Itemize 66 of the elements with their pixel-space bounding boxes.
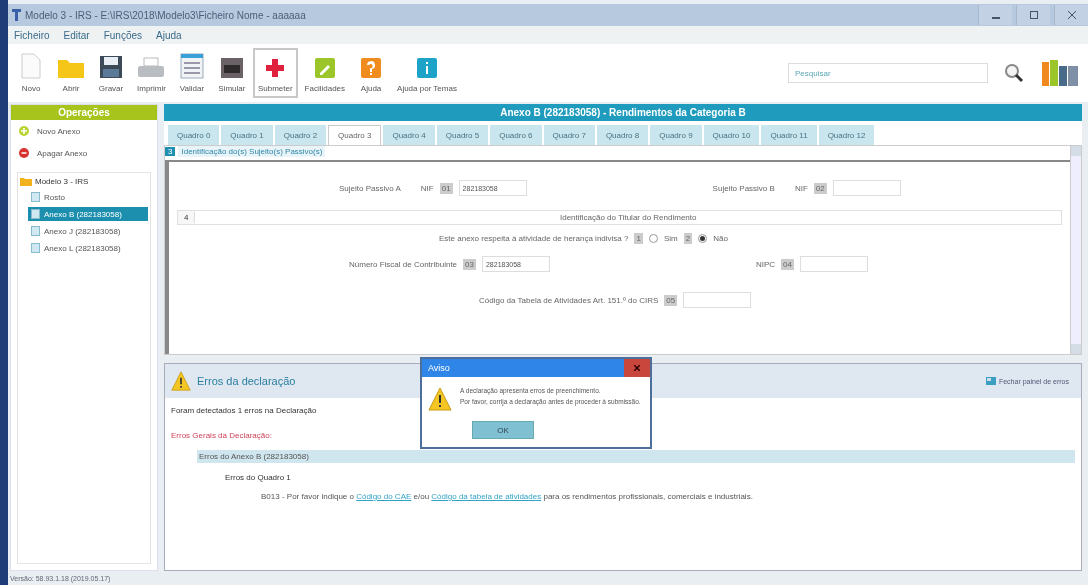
- tree-item[interactable]: Anexo B (282183058): [28, 207, 148, 221]
- field-code: 1: [634, 233, 643, 244]
- annex-errors-row[interactable]: Erros do Anexo B (282183058): [197, 450, 1075, 463]
- tree-root[interactable]: Modelo 3 - IRS: [35, 177, 89, 186]
- menu-item[interactable]: Ajuda: [156, 29, 182, 41]
- field-code: 05: [664, 294, 678, 306]
- toolbar-button[interactable]: Facilidades: [299, 48, 351, 98]
- menu-item[interactable]: Funções: [103, 29, 143, 41]
- tab[interactable]: Quadro 4: [383, 125, 435, 145]
- field-code: 01: [439, 182, 453, 194]
- tab[interactable]: Quadro 12: [818, 125, 875, 145]
- errors-title: Erros da declaração: [197, 375, 297, 387]
- menu-item[interactable]: Ficheiro: [14, 29, 50, 41]
- field-prefix: NIF: [420, 183, 434, 193]
- search-field[interactable]: Pesquisar: [788, 63, 988, 83]
- section-title: Identificação do(s) Sujeito(s) Passivo(s): [178, 146, 326, 157]
- ok-button[interactable]: OK: [472, 421, 534, 439]
- toolbar-button[interactable]: Simular: [212, 48, 251, 98]
- toolbar-button[interactable]: Ajuda: [352, 48, 391, 98]
- toolbar-button[interactable]: Ajuda por Temas: [392, 48, 462, 98]
- field-label: Número Fiscal de Contribuinte: [349, 259, 458, 269]
- tree-item[interactable]: Anexo L (282183058): [28, 241, 148, 255]
- tab[interactable]: Quadro 1: [221, 125, 273, 145]
- tab[interactable]: Quadro 5: [436, 125, 489, 145]
- tab[interactable]: Quadro 0: [168, 125, 220, 145]
- toolbar-button[interactable]: Validar: [172, 48, 211, 98]
- sidebar-title: Operações: [11, 105, 157, 120]
- tab[interactable]: Quadro 6: [490, 125, 542, 145]
- section-number: 3: [165, 147, 176, 156]
- tree-item[interactable]: Anexo J (282183058): [28, 224, 148, 238]
- tab[interactable]: Quadro 8: [596, 125, 649, 145]
- error-message: B013 - Por favor indique o Código do CAE e/ou Código da tabela de atividades para os rendimentos profissionais, comerciais e industriais.: [260, 492, 753, 501]
- field-prefix: NIF: [794, 183, 808, 193]
- tab[interactable]: Quadro 2: [274, 125, 327, 145]
- field-code: 2: [683, 233, 693, 244]
- field-code: 04: [781, 258, 794, 270]
- toolbar-button[interactable]: Gravar: [92, 48, 130, 98]
- toolbar-button[interactable]: Abrir: [52, 48, 90, 98]
- dialog-title: Aviso: [428, 363, 450, 373]
- toolbar-button[interactable]: Submeter: [252, 48, 298, 98]
- field-code: 03: [463, 258, 476, 270]
- toolbar-button[interactable]: Imprimir: [132, 48, 171, 98]
- errors-summary: Foram detectados 1 erros na Declaração: [171, 406, 317, 415]
- field-label: Código da Tabela de Atividades Art. 151.º do CIRS: [479, 295, 659, 305]
- radio-label: Não: [713, 234, 728, 243]
- annex-title: Anexo B (282183058) - Rendimentos da Categoria B: [164, 104, 1082, 121]
- tab[interactable]: Quadro 9: [650, 125, 702, 145]
- radio-label: Sim: [663, 234, 678, 243]
- toolbar-button[interactable]: Novo: [12, 48, 50, 98]
- tab[interactable]: Quadro 11: [761, 125, 817, 145]
- sidebar-action[interactable]: Apagar Anexo: [11, 142, 157, 164]
- quadro-errors-title: Erros do Quadro 1: [224, 473, 291, 482]
- window-title: Modelo 3 - IRS - E:\IRS\2018\Modelo3\Ficheiro Nome - aaaaaa: [25, 9, 307, 21]
- field-label: NIPC: [755, 259, 776, 269]
- menu-item[interactable]: Editar: [63, 29, 90, 41]
- section-title: Identificação do Titular do Rendimento: [195, 211, 1061, 224]
- sidebar-action[interactable]: Novo Anexo: [11, 120, 157, 142]
- tab[interactable]: Quadro 7: [543, 125, 595, 145]
- question-label: Este anexo respeita à atividade de herança indivisa ?: [439, 234, 629, 243]
- tab[interactable]: Quadro 10: [703, 125, 760, 145]
- tree-item[interactable]: Rosto: [28, 190, 148, 204]
- field-label: Sujeito Passivo B: [712, 183, 775, 193]
- tab[interactable]: Quadro 3: [328, 125, 382, 145]
- general-errors-title: Erros Gerais da Declaração:: [171, 431, 272, 440]
- field-label: Sujeito Passivo A: [339, 183, 401, 193]
- field-code: 02: [813, 182, 827, 194]
